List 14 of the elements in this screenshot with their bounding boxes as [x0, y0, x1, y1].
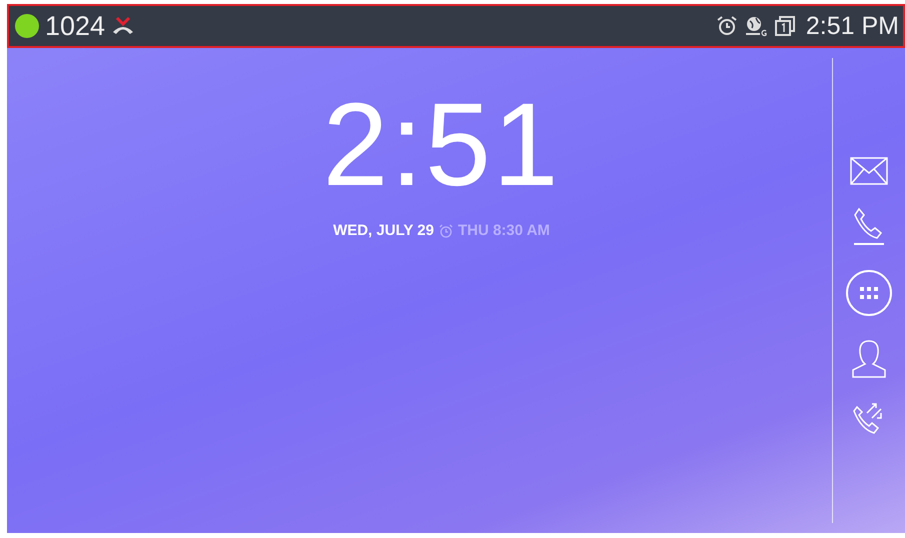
extension-number: 1024	[45, 10, 106, 42]
globe-icon	[744, 15, 768, 37]
status-time: 2:51 PM	[806, 12, 899, 40]
clock-time: 2:51	[322, 86, 560, 204]
phone-icon[interactable]	[852, 206, 886, 246]
window-icon	[774, 15, 796, 37]
next-alarm: THU 8:30 AM	[458, 222, 550, 239]
apps-icon[interactable]	[845, 268, 893, 316]
date-text: WED, JULY 29	[333, 222, 434, 239]
alarm-clock-icon	[438, 224, 453, 238]
contact-icon[interactable]	[850, 338, 888, 378]
disconnected-phone-icon	[111, 16, 136, 36]
alarm-clock-icon	[716, 15, 738, 37]
mail-icon[interactable]	[850, 156, 888, 184]
